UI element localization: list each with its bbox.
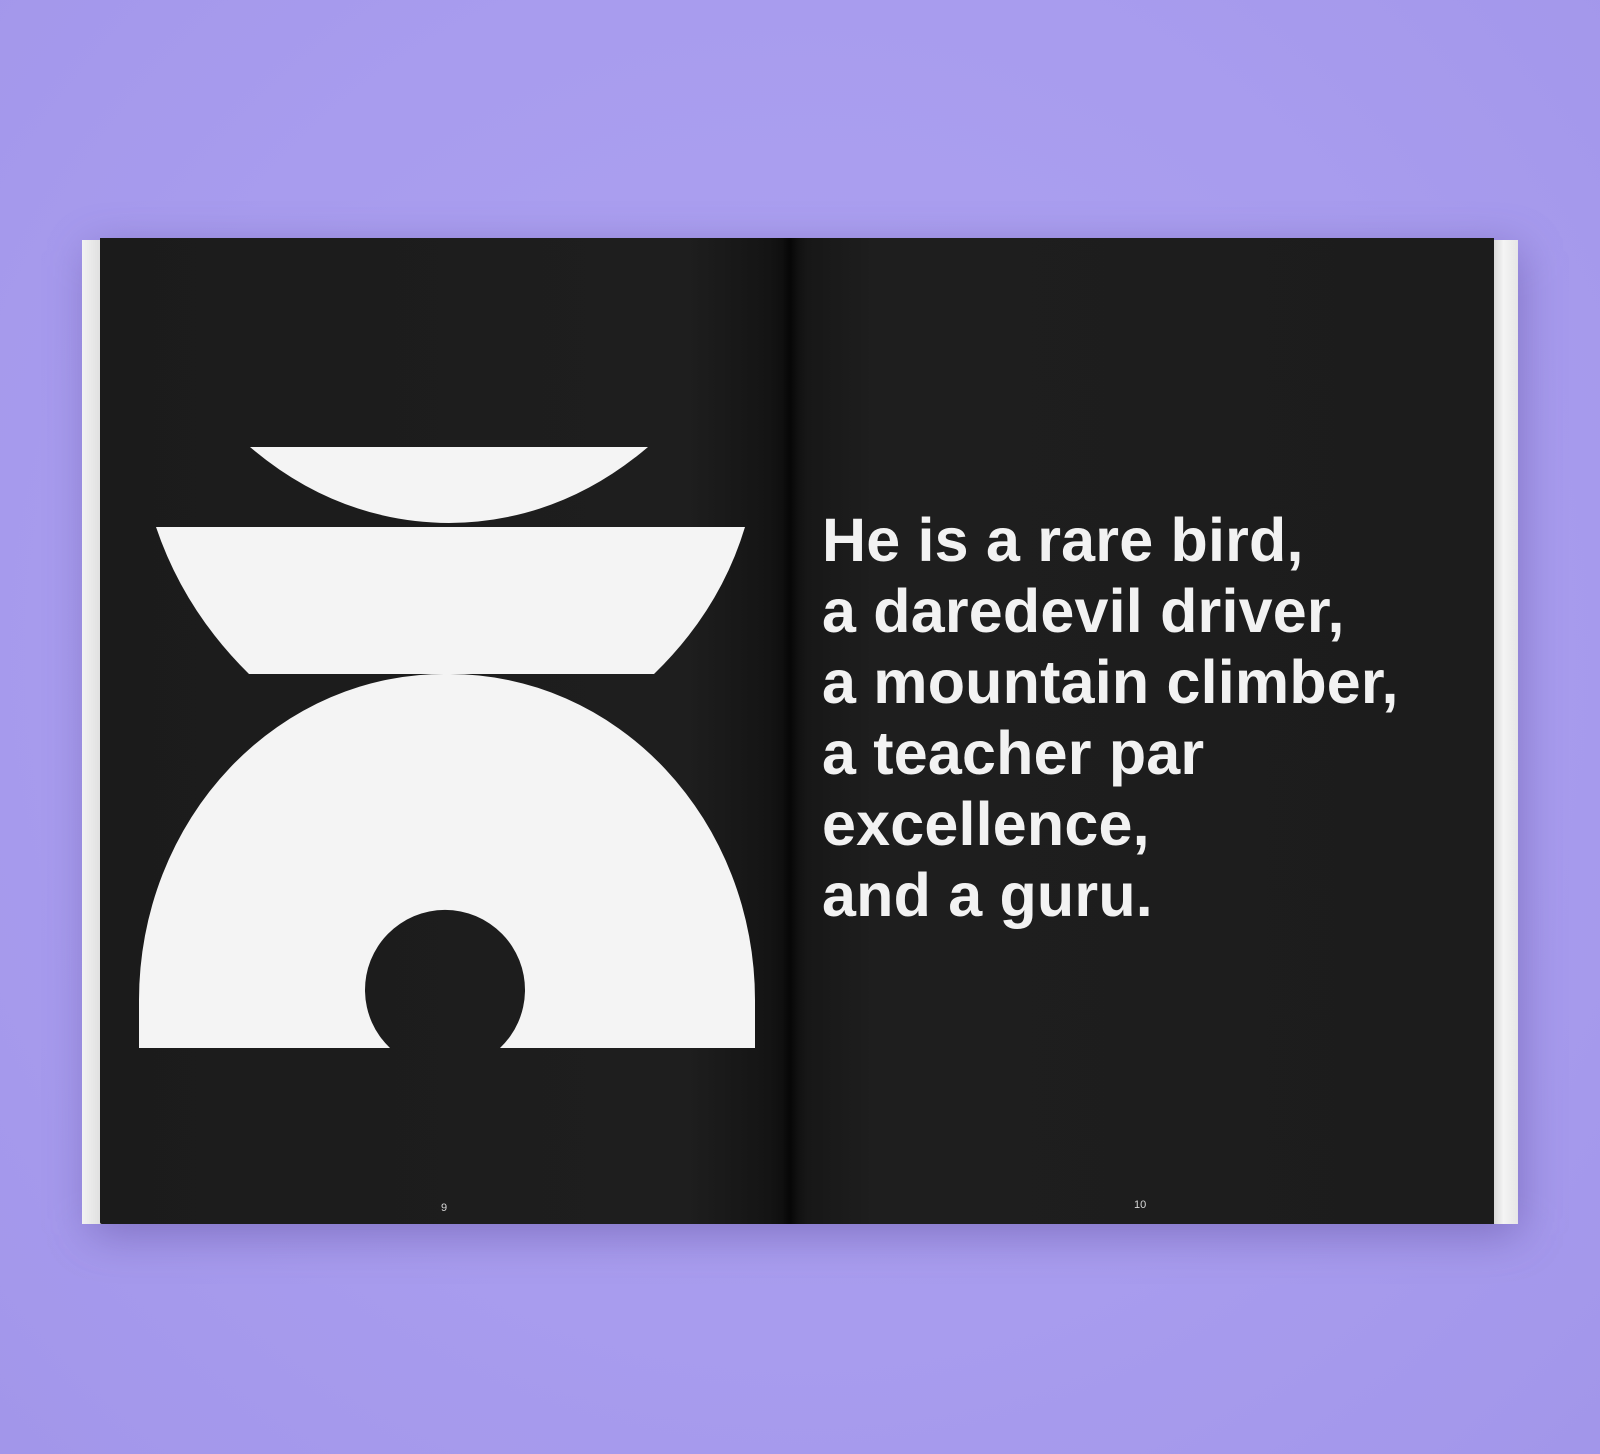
arch-shape	[139, 673, 755, 1048]
page-number-left: 9	[441, 1202, 448, 1214]
quote-line: and a guru.	[822, 861, 1153, 929]
quote-line: excellence,	[822, 790, 1150, 858]
quote-line: He is a rare bird,	[822, 506, 1304, 574]
quote-text: He is a rare bird, a daredevil driver, a…	[822, 505, 1482, 931]
middle-bowl-shape	[156, 527, 745, 674]
quote-line: a teacher par	[822, 719, 1205, 787]
quote-line: a daredevil driver,	[822, 577, 1345, 645]
quote-line: a mountain climber,	[822, 648, 1399, 716]
top-bowl-shape	[250, 447, 648, 523]
page-number-right: 10	[1134, 1199, 1147, 1211]
